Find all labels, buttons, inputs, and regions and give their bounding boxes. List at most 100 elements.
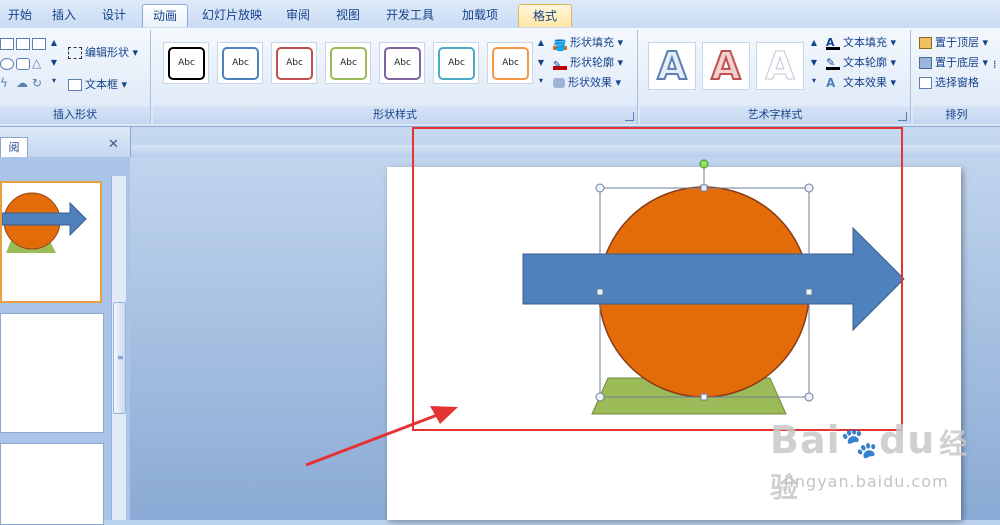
edit-shape-button[interactable]: 编辑形状 ▾ — [68, 44, 138, 62]
text-fill-label: 文本填充 ▾ — [843, 36, 897, 49]
group-label-wordart: 艺术字样式 — [640, 106, 910, 124]
wordart-dialog-launcher-icon[interactable] — [898, 112, 907, 121]
shape-style-swatch[interactable]: Abc — [325, 42, 371, 84]
text-effects-button[interactable]: A 文本效果 ▾ — [826, 74, 896, 92]
selection-pane-button[interactable]: 选择窗格 — [919, 74, 979, 92]
styles-scroll-up-icon[interactable]: ▲ — [535, 38, 547, 47]
text-outline-button[interactable]: ✎ 文本轮廓 ▾ — [826, 54, 896, 72]
tab-animation[interactable]: 动画 — [142, 4, 188, 27]
paw-icon: 🐾 — [840, 426, 879, 461]
shape-style-sample: Abc — [438, 47, 475, 80]
group-wordart-styles: A A A ▲ ▼ ▾ A 文本填充 ▾ ✎ 文本轮廓 ▾ A 文本效果 ▾ 艺术字样… — [640, 30, 911, 124]
shape-style-sample: Abc — [492, 47, 529, 80]
tab-slideshow[interactable]: 幻灯片放映 — [196, 4, 268, 26]
align-icon[interactable]: ⁞ — [993, 58, 997, 71]
send-back-label: 置于底层 ▾ — [935, 56, 989, 69]
send-to-back-button[interactable]: 置于底层 ▾ — [919, 54, 988, 72]
rectangle-shape-icon[interactable] — [0, 38, 14, 50]
selection-pane-icon — [919, 77, 932, 89]
oval-shape-icon[interactable] — [0, 58, 14, 70]
wordart-scroll-up-icon[interactable]: ▲ — [808, 38, 820, 47]
shape-outline-button[interactable]: ✎ 形状轮廓 ▾ — [553, 54, 623, 72]
shape-style-swatch[interactable]: Abc — [163, 42, 209, 84]
edit-points-icon — [68, 47, 82, 59]
textbox-shape-icon[interactable] — [16, 38, 30, 50]
shape-outline-label: 形状轮廓 ▾ — [570, 56, 624, 69]
watermark-url: jingyan.baidu.com — [784, 472, 949, 491]
shape-style-sample: Abc — [276, 47, 313, 80]
picture-shape-icon[interactable] — [32, 38, 46, 50]
group-insert-shapes: △ ϟ ☁ ↻ ▲ ▼ ▾ 编辑形状 ▾ 文本框 ▾ 插入形状 — [0, 30, 151, 124]
tab-home[interactable]: 开始 — [0, 4, 40, 26]
wordart-style-white[interactable]: A — [756, 42, 804, 90]
shape-style-sample: Abc — [330, 47, 367, 80]
group-label-shape-styles: 形状样式 — [153, 106, 637, 124]
shapes-more-icon[interactable]: ▾ — [48, 76, 60, 85]
wordart-style-blue[interactable]: A — [648, 42, 696, 90]
slide-thumbnail-3[interactable] — [0, 443, 104, 525]
freeform-shape-icon[interactable]: ↻ — [32, 76, 42, 90]
group-label-insert-shapes: 插入形状 — [0, 106, 150, 124]
tab-view[interactable]: 视图 — [328, 4, 368, 26]
cloud-shape-icon[interactable]: ☁ — [16, 76, 28, 90]
text-box-button[interactable]: 文本框 ▾ — [68, 76, 127, 94]
bring-front-icon — [919, 37, 932, 49]
slides-tab[interactable]: 阅 — [0, 137, 28, 158]
shape-effects-button[interactable]: 形状效果 ▾ — [553, 74, 621, 92]
edit-shape-label: 编辑形状 ▾ — [85, 46, 139, 59]
pencil-outline-icon: ✎ — [553, 57, 567, 71]
shape-style-swatch[interactable]: Abc — [271, 42, 317, 84]
rounded-rect-shape-icon[interactable] — [16, 58, 30, 70]
shape-fill-label: 形状填充 ▾ — [570, 36, 624, 49]
shape-style-swatch[interactable]: Abc — [379, 42, 425, 84]
send-back-icon — [919, 57, 932, 69]
selection-pane-label: 选择窗格 — [935, 76, 979, 89]
shapes-scroll-up-icon[interactable]: ▲ — [48, 38, 60, 47]
text-effects-icon: A — [826, 76, 836, 90]
shape-fill-button[interactable]: 🪣 形状填充 ▾ — [553, 34, 623, 52]
close-panel-icon[interactable]: ✕ — [108, 137, 119, 152]
shape-style-swatch[interactable]: Abc — [433, 42, 479, 84]
triangle-shape-icon[interactable]: △ — [32, 56, 41, 70]
group-label-arrange: 排列 — [913, 106, 1000, 124]
watermark-brand-du: du — [879, 418, 936, 462]
slide-1-preview — [2, 192, 87, 253]
slides-panel-header: 阅 ✕ — [0, 127, 131, 158]
tab-developer[interactable]: 开发工具 — [378, 4, 442, 26]
wordart-style-red[interactable]: A — [702, 42, 750, 90]
slide-thumbnail-1[interactable] — [0, 181, 102, 303]
shape-effects-label: 形状效果 ▾ — [568, 76, 622, 89]
tab-review[interactable]: 审阅 — [278, 4, 318, 26]
watermark-brand-bai: Bai — [770, 418, 841, 462]
shape-styles-dialog-launcher-icon[interactable] — [625, 112, 634, 121]
highlight-box — [412, 127, 903, 431]
tab-insert[interactable]: 插入 — [44, 4, 84, 26]
text-outline-label: 文本轮廓 ▾ — [843, 56, 897, 69]
shape-style-swatch[interactable]: Abc — [217, 42, 263, 84]
lightning-shape-icon[interactable]: ϟ — [0, 76, 8, 90]
wordart-more-icon[interactable]: ▾ — [808, 76, 820, 85]
text-fill-button[interactable]: A 文本填充 ▾ — [826, 34, 896, 52]
shape-style-sample: Abc — [168, 47, 205, 80]
tab-format[interactable]: 格式 — [518, 4, 572, 27]
tab-addins[interactable]: 加载项 — [452, 4, 508, 26]
tab-design[interactable]: 设计 — [94, 4, 134, 26]
baidu-watermark: Bai🐾du 经验 jingyan.baidu.com — [770, 410, 990, 510]
panel-scrollbar[interactable]: ≡ — [111, 176, 126, 520]
bring-front-label: 置于顶层 ▾ — [935, 36, 989, 49]
shape-style-swatch[interactable]: Abc — [487, 42, 533, 84]
watermark-brand: Bai🐾du 经验 — [770, 418, 990, 506]
styles-scroll-down-icon[interactable]: ▼ — [535, 58, 547, 67]
scrollbar-thumb[interactable]: ≡ — [113, 302, 126, 414]
group-arrange: 置于顶层 ▾ 置于底层 ▾ 选择窗格 ⁞ 排列 — [913, 30, 1000, 124]
bring-to-front-button[interactable]: 置于顶层 ▾ — [919, 34, 988, 52]
wordart-scroll-down-icon[interactable]: ▼ — [808, 58, 820, 67]
text-effects-label: 文本效果 ▾ — [843, 76, 897, 89]
shapes-scroll-down-icon[interactable]: ▼ — [48, 58, 60, 67]
ribbon-tab-bar: 开始 插入 设计 动画 幻灯片放映 审阅 视图 开发工具 加载项 格式 — [0, 0, 1000, 29]
styles-more-icon[interactable]: ▾ — [535, 76, 547, 85]
grip-icon: ≡ — [117, 353, 124, 362]
slide-thumbnail-2[interactable] — [0, 313, 104, 433]
text-box-icon — [68, 79, 82, 91]
text-outline-icon: ✎ — [826, 56, 840, 70]
